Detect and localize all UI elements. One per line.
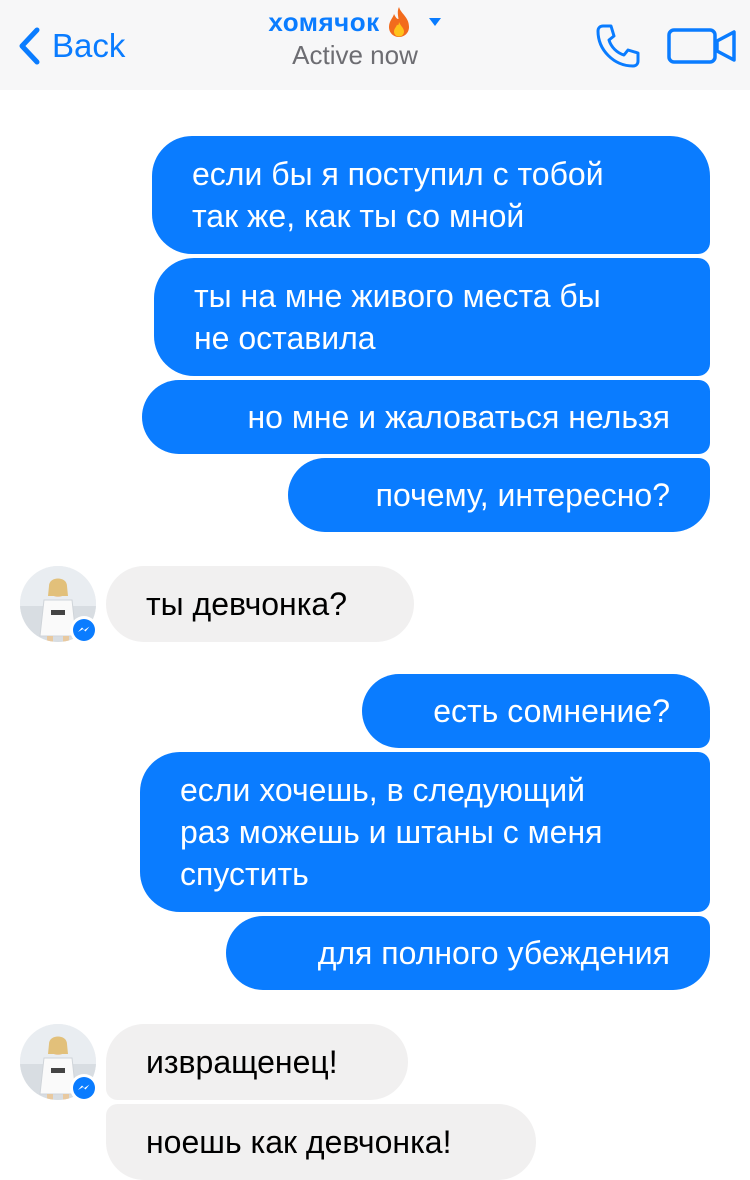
message-bubble-outgoing[interactable]: почему, интересно?	[288, 458, 710, 532]
messenger-icon	[73, 619, 95, 641]
back-label: Back	[52, 27, 126, 64]
message-text: почему, интересно?	[375, 477, 670, 513]
message-bubble-incoming[interactable]: ноешь как девчонка!	[106, 1104, 536, 1180]
contact-name[interactable]: хомячок	[268, 7, 379, 38]
message-bubble-incoming[interactable]: ты девчонка?	[106, 566, 414, 642]
messenger-icon	[73, 1077, 95, 1099]
video-camera-icon[interactable]	[666, 26, 738, 66]
messenger-badge	[70, 616, 98, 644]
messenger-badge	[70, 1074, 98, 1102]
message-text: ноешь как девчонка!	[146, 1124, 452, 1160]
message-text: есть сомнение?	[433, 693, 670, 729]
caret-down-icon[interactable]	[428, 17, 442, 27]
message-bubble-outgoing[interactable]: если бы я поступил с тобой так же, как т…	[152, 136, 710, 254]
contact-avatar[interactable]	[20, 566, 98, 644]
message-bubble-outgoing[interactable]: если хочешь, в следующий раз можешь и шт…	[140, 752, 710, 912]
chat-header: Back хомячок Active now	[0, 0, 750, 90]
message-bubble-outgoing[interactable]: для полного убеждения	[226, 916, 710, 990]
message-bubble-outgoing[interactable]: есть сомнение?	[362, 674, 710, 748]
message-bubble-incoming[interactable]: извращенец!	[106, 1024, 408, 1100]
chevron-left-icon	[19, 27, 40, 65]
message-text: извращенец!	[146, 1044, 338, 1080]
message-text: ты на мне живого места бы не оставила	[194, 278, 601, 356]
contact-avatar[interactable]	[20, 1024, 98, 1102]
active-status: Active now	[292, 40, 418, 70]
phone-icon[interactable]	[594, 22, 642, 70]
message-text: если хочешь, в следующий раз можешь и шт…	[180, 772, 603, 892]
message-text: если бы я поступил с тобой так же, как т…	[192, 156, 604, 234]
message-text: но мне и жаловаться нельзя	[247, 399, 670, 435]
message-bubble-outgoing[interactable]: но мне и жаловаться нельзя	[142, 380, 710, 454]
message-text: ты девчонка?	[146, 586, 348, 622]
back-button[interactable]: Back	[16, 24, 125, 68]
fire-emoji-icon	[388, 7, 409, 37]
message-text: для полного убеждения	[317, 935, 670, 971]
conversation-title-area[interactable]: хомячок Active now	[240, 4, 470, 71]
message-bubble-outgoing[interactable]: ты на мне живого места бы не оставила	[154, 258, 710, 376]
